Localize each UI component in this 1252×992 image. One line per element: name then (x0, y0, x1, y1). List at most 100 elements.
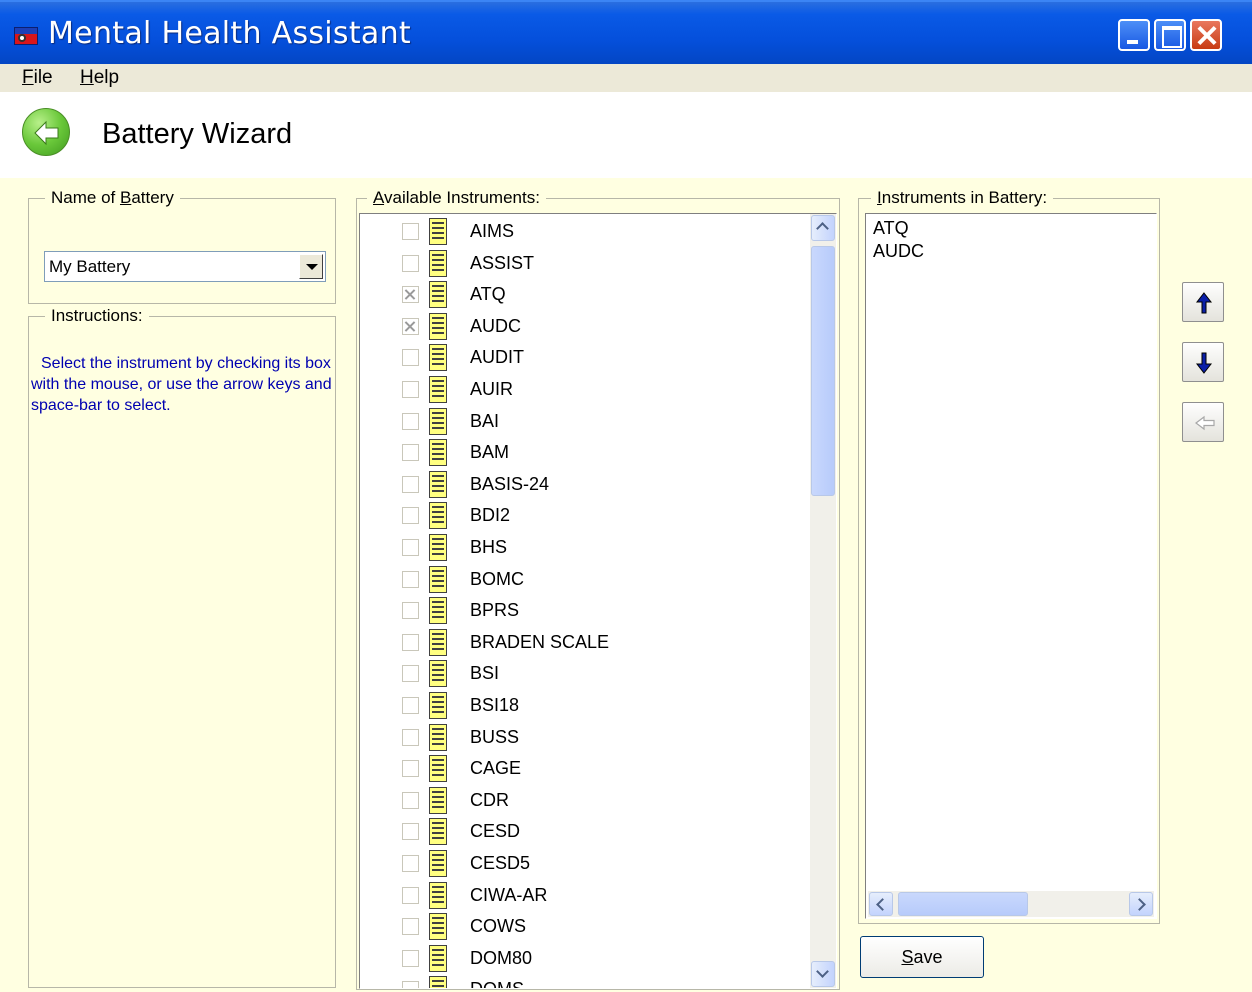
battery-name-value: My Battery (49, 257, 131, 276)
instrument-label: BHS (470, 537, 508, 557)
instrument-document-icon (429, 344, 447, 372)
instrument-label: BUSS (470, 726, 520, 747)
list-item[interactable]: CESD (360, 816, 800, 847)
scroll-up-icon[interactable] (811, 215, 835, 241)
instrument-checkbox[interactable] (402, 918, 419, 936)
instrument-checkbox[interactable] (402, 886, 419, 904)
list-item[interactable]: CIWA-AR (360, 880, 800, 911)
instrument-checkbox[interactable] (402, 254, 419, 272)
battery-name-combo[interactable]: My Battery (44, 251, 326, 282)
menu-file[interactable]: File (22, 67, 53, 89)
instrument-checkbox[interactable] (402, 981, 419, 988)
scroll-down-icon[interactable] (811, 961, 835, 987)
instrument-checkbox[interactable] (402, 697, 419, 714)
instrument-checkbox[interactable] (402, 507, 419, 525)
move-down-button[interactable] (1182, 342, 1224, 382)
instrument-document-icon (429, 723, 447, 751)
instrument-checkbox[interactable] (402, 949, 419, 967)
move-up-button[interactable] (1182, 282, 1224, 322)
instrument-checkbox[interactable] (402, 286, 419, 304)
instrument-checkbox[interactable] (402, 381, 419, 398)
save-button[interactable]: Save (860, 936, 984, 978)
instrument-checkbox[interactable] (402, 791, 419, 809)
scroll-right-icon[interactable] (1129, 892, 1153, 916)
list-item[interactable]: AIMS (360, 216, 800, 247)
list-item[interactable]: BDI2 (360, 500, 800, 531)
available-instruments-label: Available Instruments: (367, 188, 546, 208)
chevron-down-icon[interactable] (299, 254, 323, 279)
app-icon[interactable] (14, 27, 38, 45)
instruments-in-battery-list[interactable]: ATQ AUDC (865, 213, 1157, 919)
instrument-checkbox[interactable] (402, 475, 419, 493)
instrument-checkbox[interactable] (402, 444, 419, 462)
list-item[interactable]: DOMS (360, 974, 800, 988)
instrument-checkbox[interactable] (402, 855, 419, 872)
scroll-left-icon[interactable] (869, 892, 893, 916)
instrument-checkbox[interactable] (402, 665, 419, 683)
list-item[interactable]: BAI (360, 406, 800, 437)
list-item[interactable]: BSI (360, 658, 800, 689)
instruments-in-battery-label: Instruments in Battery: (871, 188, 1054, 208)
instrument-label: BAM (470, 442, 510, 463)
list-item[interactable]: BSI18 (360, 690, 800, 721)
back-arrow-icon[interactable] (22, 108, 70, 156)
remove-button[interactable] (1182, 402, 1224, 442)
instrument-checkbox[interactable] (402, 412, 419, 430)
instrument-document-icon (429, 786, 447, 814)
instrument-label: BSI18 (470, 695, 520, 715)
list-item[interactable]: BPRS (360, 595, 800, 626)
instrument-checkbox[interactable] (402, 823, 419, 841)
list-item[interactable]: ASSIST (360, 248, 800, 279)
scroll-thumb[interactable] (811, 246, 835, 496)
list-item[interactable]: AUDIT (360, 342, 800, 373)
instrument-checkbox[interactable] (402, 570, 419, 588)
instrument-document-icon (429, 439, 447, 467)
instrument-checkbox[interactable] (402, 223, 419, 240)
instrument-document-icon (429, 249, 447, 277)
instrument-checkbox[interactable] (402, 349, 419, 367)
list-item[interactable]: BHS (360, 532, 800, 563)
instrument-label: AUIR (470, 379, 514, 399)
list-item[interactable]: BUSS (360, 722, 800, 753)
list-item[interactable]: CAGE (360, 753, 800, 784)
instrument-label: COWS (470, 916, 526, 937)
available-instruments-group: Available Instruments: AIMS ASSIST ATQ AUDC… (356, 188, 840, 990)
instrument-label: DOMS (470, 979, 524, 988)
instrument-document-icon (429, 218, 447, 245)
list-item[interactable]: AUDC (360, 311, 800, 342)
list-item[interactable]: ATQ (360, 279, 800, 310)
instrument-checkbox[interactable] (402, 760, 419, 778)
move-down-icon (1195, 352, 1213, 374)
instrument-document-icon (429, 312, 447, 340)
close-button[interactable] (1190, 19, 1222, 51)
list-item[interactable]: AUIR (360, 374, 800, 405)
instrument-document-icon (429, 376, 447, 403)
instrument-checkbox[interactable] (402, 728, 419, 746)
horizontal-scrollbar[interactable] (868, 891, 1154, 917)
vertical-scrollbar[interactable] (810, 214, 836, 988)
battery-list-item[interactable]: ATQ (873, 218, 909, 239)
list-item[interactable]: DOM80 (360, 943, 800, 974)
instrument-checkbox[interactable] (402, 633, 419, 651)
list-item[interactable]: COWS (360, 911, 800, 942)
list-item[interactable]: BASIS-24 (360, 469, 800, 500)
instrument-checkbox[interactable] (402, 317, 419, 335)
instructions-label: Instructions: (45, 306, 149, 326)
list-item[interactable]: BRADEN SCALE (360, 627, 800, 658)
list-item[interactable]: CDR (360, 785, 800, 816)
battery-list-item[interactable]: AUDC (873, 241, 924, 262)
title-bar[interactable]: Mental Health Assistant (0, 0, 1252, 64)
minimize-button[interactable] (1118, 19, 1150, 51)
instrument-label: BRADEN SCALE (470, 631, 610, 652)
menu-help[interactable]: Help (80, 67, 119, 89)
instrument-checkbox[interactable] (402, 602, 419, 620)
list-item[interactable]: BOMC (360, 564, 800, 595)
scroll-thumb[interactable] (898, 892, 1028, 916)
instrument-checkbox[interactable] (402, 539, 419, 556)
list-item[interactable]: BAM (360, 437, 800, 468)
page-title: Battery Wizard (102, 118, 293, 150)
instrument-document-icon (429, 281, 447, 309)
list-item[interactable]: CESD5 (360, 848, 800, 879)
maximize-button[interactable] (1154, 19, 1186, 51)
available-instruments-list[interactable]: AIMS ASSIST ATQ AUDC AUDIT AUIR BAI BAM BASIS-24… (359, 213, 837, 989)
